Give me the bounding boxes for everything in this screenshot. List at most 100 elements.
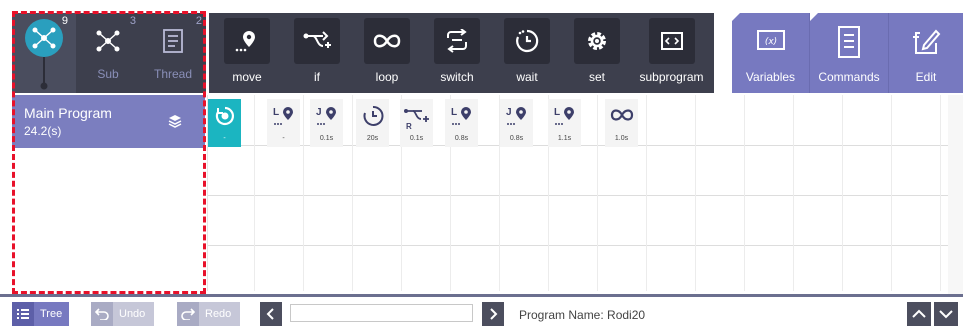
right-toolbar: (x) Variables Commands Edit <box>732 13 963 93</box>
grid-line <box>842 95 843 291</box>
variables-button[interactable]: (x) Variables <box>732 13 809 93</box>
step-start[interactable]: - <box>208 99 241 147</box>
subprogram-label: subprogram <box>639 70 704 84</box>
svg-text:J: J <box>506 107 512 118</box>
main-tree-icon <box>25 19 63 90</box>
move-icon <box>224 18 270 64</box>
grid-line <box>891 95 892 291</box>
edit-button[interactable]: Edit <box>888 13 963 93</box>
tree-button[interactable]: Tree <box>12 302 69 326</box>
tab-main[interactable]: 9 <box>12 13 76 93</box>
tab-thread-label: Thread <box>153 67 193 81</box>
tab-sub[interactable]: 3 Sub <box>76 13 140 93</box>
step-loop[interactable]: 1.0s <box>605 99 638 147</box>
thread-icon <box>163 29 183 53</box>
joint-move-icon: J <box>506 107 526 125</box>
step-joint-move[interactable]: J 0.1s <box>310 99 343 147</box>
redo-icon <box>177 302 199 326</box>
program-time: 24.2(s) <box>24 124 62 138</box>
commands-icon <box>838 26 860 58</box>
loop-icon <box>364 18 410 64</box>
step-value: 0.1s <box>409 135 424 142</box>
scroll-right-button[interactable] <box>482 302 504 326</box>
command-toolbar: move if loop switch wait set subprogram <box>209 13 714 93</box>
tab-sub-label: Sub <box>97 67 119 81</box>
tree-label: Tree <box>40 308 63 320</box>
linear-move-icon: L <box>273 107 293 125</box>
scroll-down-button[interactable] <box>934 302 958 326</box>
step-linear-move[interactable]: L - <box>267 99 300 147</box>
grid-line <box>303 95 304 291</box>
linear-move-icon: L <box>554 107 574 125</box>
vertical-scrollbar[interactable] <box>948 95 963 295</box>
edit-label: Edit <box>915 70 937 84</box>
wait-icon <box>504 18 550 64</box>
loop-label: loop <box>375 70 399 84</box>
corner-marker <box>810 13 818 21</box>
step-linear-move[interactable]: L 0.8s <box>445 99 478 147</box>
loop-icon <box>610 109 633 121</box>
step-wait[interactable]: 20s <box>356 99 389 147</box>
corner-marker <box>732 13 740 21</box>
undo-button[interactable]: Undo <box>91 302 154 326</box>
grid-line <box>744 95 745 291</box>
step-joint-move[interactable]: J 0.8s <box>500 99 533 147</box>
sub-icon <box>96 30 120 52</box>
scroll-up-button[interactable] <box>907 302 931 326</box>
step-if[interactable]: R 0.1s <box>400 99 433 147</box>
grid-line <box>695 95 696 291</box>
list-icon <box>12 302 34 326</box>
main-program-item[interactable]: Main Program 24.2(s) <box>12 95 205 148</box>
if-label: if <box>314 70 320 84</box>
edit-icon <box>913 29 941 54</box>
grid-line <box>208 195 948 196</box>
commands-button[interactable]: Commands <box>809 13 888 93</box>
grid-line <box>793 95 794 291</box>
svg-text:L: L <box>273 107 279 118</box>
move-label: move <box>232 70 262 84</box>
set-icon <box>574 18 620 64</box>
scroll-left-button[interactable] <box>260 302 282 326</box>
switch-label: switch <box>440 70 474 84</box>
timeline-scrollbar[interactable] <box>290 304 473 322</box>
if-command-button[interactable]: if <box>284 13 350 93</box>
if-icon <box>294 18 340 64</box>
step-value: 1.0s <box>614 135 629 142</box>
tab-thread[interactable]: 2 Thread <box>140 13 206 93</box>
svg-text:(x): (x) <box>764 37 776 47</box>
subprogram-command-button[interactable]: subprogram <box>634 13 709 93</box>
tab-thread-count: 2 <box>195 15 202 27</box>
loop-command-button[interactable]: loop <box>354 13 420 93</box>
grid-line <box>208 245 948 246</box>
layers-icon[interactable] <box>167 113 183 129</box>
commands-label: Commands <box>818 70 880 84</box>
redo-label: Redo <box>205 308 232 320</box>
step-linear-move[interactable]: L 1.1s <box>548 99 581 147</box>
chevron-right-icon <box>490 308 498 320</box>
svg-text:L: L <box>451 107 457 118</box>
step-value: - <box>282 135 285 142</box>
step-value: 0.1s <box>319 135 334 142</box>
wait-label: wait <box>516 70 538 84</box>
switch-icon <box>434 18 480 64</box>
grid-line <box>254 95 255 291</box>
move-command-button[interactable]: move <box>214 13 280 93</box>
step-value: 20s <box>366 135 379 142</box>
program-name-text: Program Name: Rodi20 <box>519 308 646 322</box>
grid-line <box>646 95 647 291</box>
subprogram-icon <box>648 18 695 64</box>
start-icon <box>215 106 234 126</box>
step-value: - <box>223 135 226 142</box>
svg-text:L: L <box>554 107 560 118</box>
set-command-button[interactable]: set <box>564 13 630 93</box>
chevron-down-icon <box>939 310 953 319</box>
chevron-up-icon <box>912 309 926 318</box>
svg-text:J: J <box>316 107 322 118</box>
switch-command-button[interactable]: switch <box>424 13 490 93</box>
wait-icon <box>363 105 383 126</box>
variables-icon: (x) <box>756 30 785 50</box>
redo-button[interactable]: Redo <box>177 302 240 326</box>
svg-text:R: R <box>406 122 412 131</box>
wait-command-button[interactable]: wait <box>494 13 560 93</box>
grid-line <box>940 95 941 291</box>
